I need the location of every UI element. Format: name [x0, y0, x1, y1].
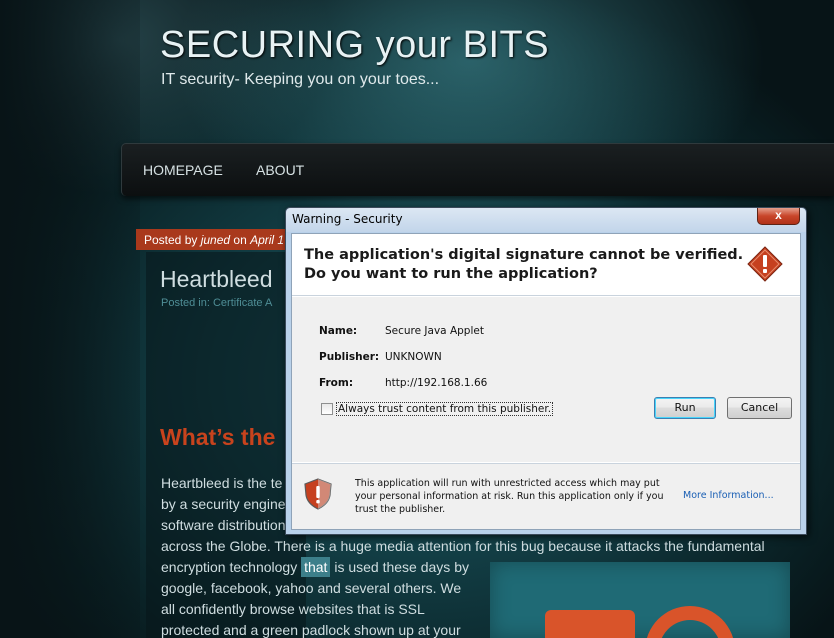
dialog-content: The application's digital signature cann… — [291, 233, 801, 530]
dialog-title: Warning - Security — [292, 212, 403, 226]
section-heading: What’s the — [160, 424, 276, 450]
name-label: Name: — [319, 325, 358, 337]
body-line: protected and a green padlock shown up a… — [161, 622, 461, 638]
body-text: encryption technology — [161, 559, 302, 575]
name-value: Secure Java Applet — [385, 325, 484, 337]
dialog-titlebar[interactable]: Warning - Security — [286, 208, 806, 232]
footer-warning-text: This application will run with unrestric… — [355, 478, 664, 515]
close-icon: x — [775, 208, 782, 222]
body-line: across the Globe. There is a huge media … — [161, 538, 765, 554]
heart-logo-shape — [545, 610, 635, 638]
dialog-header: The application's digital signature cann… — [292, 234, 800, 296]
nav-item-homepage[interactable]: HOMEPAGE — [143, 162, 223, 178]
headline-line-1: The application's digital signature cann… — [304, 247, 744, 263]
site-tagline: IT security- Keeping you on your toes... — [161, 71, 440, 88]
publisher-label: Publisher: — [319, 351, 380, 363]
selected-word: that — [301, 557, 331, 577]
shield-warning-icon — [304, 478, 332, 510]
from-value: http://192.168.1.66 — [385, 377, 488, 389]
post-title[interactable]: Heartbleed — [160, 266, 273, 293]
body-line: Heartbleed is the te — [161, 475, 283, 491]
post-author-link[interactable]: juned — [201, 233, 230, 247]
close-button[interactable]: x — [757, 208, 800, 225]
body-line: software distribution — [161, 517, 286, 533]
post-meta-on: on — [230, 233, 251, 247]
from-label: From: — [319, 377, 354, 389]
post-image — [490, 562, 790, 638]
publisher-value: UNKNOWN — [385, 351, 442, 363]
always-trust-checkbox[interactable] — [321, 403, 333, 415]
dialog-body: Name: Secure Java Applet Publisher: UNKN… — [292, 297, 800, 462]
dialog-headline: The application's digital signature cann… — [304, 246, 743, 284]
post-meta-prefix: Posted by — [144, 233, 201, 247]
body-text: is used these days by — [330, 559, 469, 575]
cancel-button[interactable]: Cancel — [727, 397, 792, 419]
page-left-shade — [0, 0, 140, 638]
body-line: google, facebook, yahoo and several othe… — [161, 580, 462, 596]
post-date: April 1 — [250, 233, 285, 247]
headline-line-2: Do you want to run the application? — [304, 266, 598, 282]
more-information-link[interactable]: More Information... — [683, 490, 774, 501]
run-button[interactable]: Run — [654, 397, 716, 419]
always-trust-label[interactable]: Always trust content from this publisher… — [336, 402, 554, 416]
posted-in-category[interactable]: Posted in: Certificate A — [161, 297, 272, 309]
nav-item-about[interactable]: ABOUT — [256, 162, 304, 178]
site-title[interactable]: SECURING your BITS — [160, 24, 549, 67]
heart-logo-shape — [645, 606, 735, 638]
main-nav: HOMEPAGE ABOUT — [121, 143, 834, 196]
post-meta-bar: Posted by juned on April 1 — [136, 229, 296, 250]
body-line: encryption technology that is used these… — [161, 557, 469, 577]
security-warning-dialog: Warning - Security x The application's d… — [285, 207, 807, 535]
dialog-footer: This application will run with unrestric… — [292, 463, 800, 529]
body-line: by a security engine — [161, 496, 286, 512]
warning-diamond-icon — [747, 246, 783, 282]
body-line: all confidently browse websites that is … — [161, 601, 425, 617]
